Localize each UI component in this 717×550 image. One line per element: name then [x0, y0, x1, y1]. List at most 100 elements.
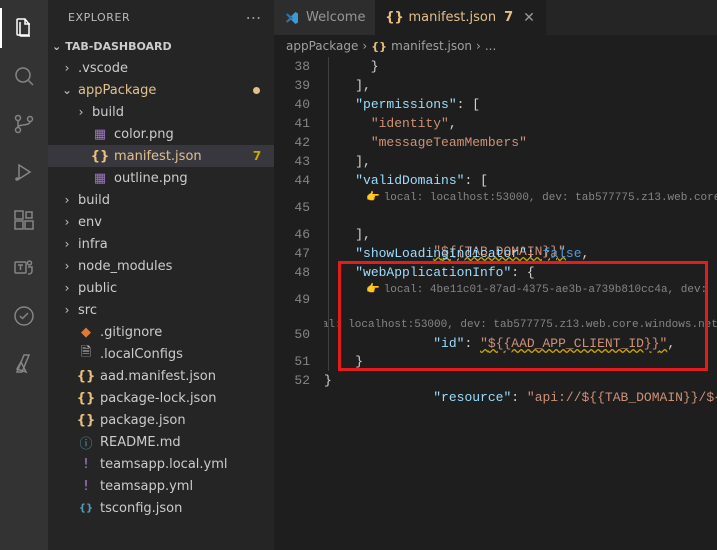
code-content[interactable]: } ], "permissions": [ "identity", "messa…	[324, 57, 717, 550]
tree-file-package-json[interactable]: {} package.json	[48, 409, 274, 431]
tab-manifest-json[interactable]: {} manifest.json 7 ✕	[376, 0, 545, 35]
code-editor[interactable]: 38 39 40 41 42 43 44 45 46 47 48 49 50 5…	[274, 57, 717, 550]
tab-welcome[interactable]: Welcome	[274, 0, 376, 35]
tree-file-outline-png[interactable]: ▦ outline.png	[48, 167, 274, 189]
chevron-right-icon: ›	[62, 303, 72, 317]
tree-folder-apppackage[interactable]: ⌄ appPackage	[48, 79, 274, 101]
image-icon: ▦	[92, 170, 108, 186]
tree-folder-public[interactable]: › public	[48, 277, 274, 299]
yaml-icon: !	[78, 456, 94, 472]
tree-file-gitignore[interactable]: ◆ .gitignore	[48, 321, 274, 343]
check-circle-icon	[12, 304, 36, 328]
code-line: "webApplicationInfo": {	[324, 263, 717, 282]
azure-activity[interactable]	[0, 344, 48, 384]
branch-icon	[12, 112, 36, 136]
tree-file-localconfigs[interactable]: 🗎 .localConfigs	[48, 343, 274, 365]
search-icon	[12, 64, 36, 88]
tree-file-readme[interactable]: ⓘ README.md	[48, 431, 274, 453]
close-icon[interactable]: ✕	[519, 10, 535, 26]
code-line: "identity",	[324, 114, 717, 133]
chevron-right-icon: ›	[76, 105, 86, 119]
source-control-activity[interactable]	[0, 104, 48, 144]
run-debug-activity[interactable]	[0, 152, 48, 192]
chevron-right-icon: ›	[62, 215, 72, 229]
json-icon: {}	[371, 38, 387, 54]
code-line: 👉 local: localhost:53000, dev: tab577775…	[324, 317, 717, 352]
problems-badge: 7	[502, 10, 513, 25]
code-line: ],	[324, 225, 717, 244]
code-line: "permissions": [	[324, 95, 717, 114]
tree-file-tsconfig[interactable]: {} tsconfig.json	[48, 497, 274, 519]
code-line: }	[324, 371, 717, 390]
chevron-down-icon: ⌄	[62, 83, 72, 97]
chevron-right-icon: ›	[476, 39, 481, 53]
file-tree[interactable]: › .vscode ⌄ appPackage › build ▦ color.p…	[48, 57, 274, 550]
code-line: }	[324, 352, 717, 371]
workspace-folder-name: TAB-DASHBOARD	[65, 40, 171, 53]
debug-icon	[12, 160, 36, 184]
editor-tabs: Welcome {} manifest.json 7 ✕	[274, 0, 717, 35]
breadcrumb[interactable]: appPackage › {} manifest.json › ...	[274, 35, 717, 57]
tree-folder-infra[interactable]: › infra	[48, 233, 274, 255]
problems-badge: 7	[248, 147, 266, 165]
files-icon	[12, 16, 36, 40]
azure-icon	[12, 352, 36, 376]
activity-bar	[0, 0, 48, 550]
explorer-sidebar: EXPLORER ⋯ ⌄ TAB-DASHBOARD › .vscode ⌄ a…	[48, 0, 274, 550]
tree-folder-vscode[interactable]: › .vscode	[48, 57, 274, 79]
line-gutter: 38 39 40 41 42 43 44 45 46 47 48 49 50 5…	[274, 57, 324, 550]
tree-folder-build[interactable]: › build	[48, 189, 274, 211]
chevron-down-icon: ⌄	[52, 40, 61, 53]
extensions-activity[interactable]	[0, 200, 48, 240]
code-line: }	[324, 57, 717, 76]
more-icon[interactable]: ⋯	[245, 8, 262, 27]
inline-hint: 👉 local: 4be11c01-87ad-4375-ae3b-a739b81…	[366, 282, 714, 298]
code-line: "showLoadingIndicator": false,	[324, 244, 717, 263]
code-line: "validDomains": [	[324, 171, 717, 190]
editor-group: Welcome {} manifest.json 7 ✕ appPackage …	[274, 0, 717, 550]
chevron-right-icon: ›	[62, 259, 72, 273]
tree-file-package-lock[interactable]: {} package-lock.json	[48, 387, 274, 409]
chevron-right-icon: ›	[62, 61, 72, 75]
vscode-icon	[284, 10, 300, 26]
json-icon: {}	[78, 390, 94, 406]
code-line: 👉 local: 4be11c01-87ad-4375-ae3b-a739b81…	[324, 282, 717, 317]
pointer-icon: 👉	[366, 281, 380, 300]
code-line: ],	[324, 152, 717, 171]
teams-icon	[12, 256, 36, 280]
pointer-icon: 👉	[366, 189, 380, 208]
chevron-right-icon: ›	[362, 39, 367, 53]
explorer-header: EXPLORER ⋯	[48, 0, 274, 35]
info-icon: ⓘ	[78, 434, 94, 450]
testing-activity[interactable]	[0, 296, 48, 336]
yaml-icon: !	[78, 478, 94, 494]
teams-activity[interactable]	[0, 248, 48, 288]
tree-folder-node-modules[interactable]: › node_modules	[48, 255, 274, 277]
json-icon: {}	[78, 368, 94, 384]
explorer-title: EXPLORER	[68, 11, 130, 24]
code-line: ],	[324, 76, 717, 95]
code-line: "messageTeamMembers"	[324, 133, 717, 152]
json-icon: {}	[386, 10, 402, 26]
tree-folder-apppackage-build[interactable]: › build	[48, 101, 274, 123]
chevron-right-icon: ›	[62, 237, 72, 251]
tree-folder-src[interactable]: › src	[48, 299, 274, 321]
inline-hint: local: localhost:53000, dev: tab577775.z…	[324, 317, 717, 333]
tree-file-manifest-json[interactable]: {} manifest.json 7	[48, 145, 274, 167]
search-activity[interactable]	[0, 56, 48, 96]
tree-file-teamsapp[interactable]: ! teamsapp.yml	[48, 475, 274, 497]
explorer-activity[interactable]	[0, 8, 48, 48]
git-icon: ◆	[78, 324, 94, 340]
workspace-folder-header[interactable]: ⌄ TAB-DASHBOARD	[48, 35, 274, 57]
file-icon: 🗎	[78, 346, 94, 362]
typescript-icon: {}	[78, 500, 94, 516]
image-icon: ▦	[92, 126, 108, 142]
inline-hint: 👉 local: localhost:53000, dev: tab577775…	[366, 190, 717, 206]
tree-file-aad-manifest[interactable]: {} aad.manifest.json	[48, 365, 274, 387]
tree-file-color-png[interactable]: ▦ color.png	[48, 123, 274, 145]
json-icon: {}	[92, 148, 108, 164]
extensions-icon	[12, 208, 36, 232]
tree-folder-env[interactable]: › env	[48, 211, 274, 233]
chevron-right-icon: ›	[62, 193, 72, 207]
tree-file-teamsapp-local[interactable]: ! teamsapp.local.yml	[48, 453, 274, 475]
